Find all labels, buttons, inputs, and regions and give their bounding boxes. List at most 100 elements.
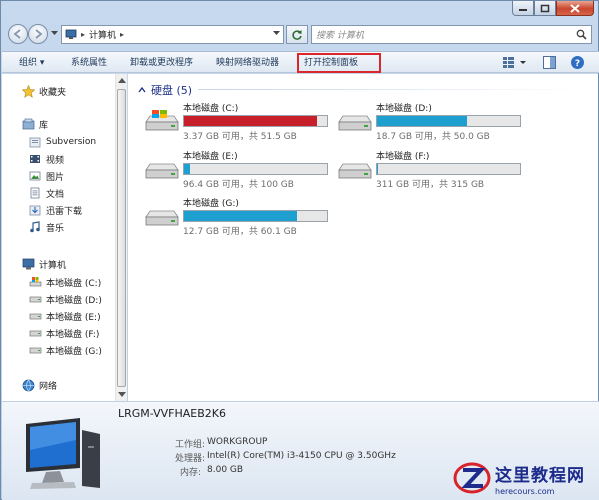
arrow-right-icon (35, 29, 43, 39)
maximize-button[interactable] (534, 1, 556, 16)
drive-tile-f[interactable]: 本地磁盘 (F:) 311 GB 可用，共 315 GB (337, 149, 527, 190)
drive-usage-bar (183, 115, 328, 127)
cpu-value: Intel(R) Core(TM) i3-4150 CPU @ 3.50GHz (207, 451, 396, 461)
nav-drive-g[interactable]: 本地磁盘 (G:) (28, 342, 102, 358)
hard-drive-icon (338, 115, 372, 131)
close-button[interactable] (556, 1, 594, 16)
nav-libraries[interactable]: 库 (21, 116, 48, 132)
video-icon (28, 152, 42, 166)
star-icon (21, 84, 35, 98)
map-network-drive-button[interactable]: 映射网络驱动器 (216, 56, 279, 70)
organize-button[interactable]: 组织 ▾ (19, 56, 44, 70)
drive-usage-fill (184, 116, 317, 126)
hard-drive-icon (28, 343, 42, 357)
nav-drive-d[interactable]: 本地磁盘 (D:) (28, 291, 102, 307)
scroll-up-icon[interactable] (118, 78, 126, 83)
address-dropdown-icon[interactable] (273, 31, 280, 36)
nav-lib-music[interactable]: 音乐 (28, 219, 64, 235)
nav-computer[interactable]: 计算机 (21, 256, 66, 272)
drive-free-space: 311 GB 可用，共 315 GB (376, 180, 485, 190)
hard-drive-icon (145, 163, 179, 179)
computer-icon (65, 29, 77, 39)
nav-drive-c[interactable]: 本地磁盘 (C:) (28, 274, 101, 290)
nav-label: 库 (39, 120, 49, 131)
highlight-box (297, 53, 381, 73)
computer-icon (21, 257, 35, 271)
nav-label: 文档 (46, 189, 65, 200)
drive-name: 本地磁盘 (E:) (183, 152, 238, 162)
drive-tile-g[interactable]: 本地磁盘 (G:) 12.7 GB 可用，共 60.1 GB (144, 196, 334, 237)
nav-label: Subversion (46, 137, 97, 147)
nav-lib-pictures[interactable]: 图片 (28, 168, 64, 184)
nav-lib-thunder-downloads[interactable]: 迅雷下载 (28, 202, 82, 218)
nav-label: 视频 (46, 155, 65, 166)
search-input[interactable]: 搜索 计算机 (311, 25, 592, 44)
drive-tile-d[interactable]: 本地磁盘 (D:) 18.7 GB 可用，共 50.0 GB (337, 101, 527, 142)
nav-lib-documents[interactable]: 文档 (28, 185, 64, 201)
refresh-icon (292, 29, 302, 40)
drive-usage-bar (376, 115, 521, 127)
workgroup-value: WORKGROUP (207, 437, 268, 447)
nav-drive-f[interactable]: 本地磁盘 (F:) (28, 325, 99, 341)
memory-value: 8.00 GB (207, 465, 244, 475)
nav-network[interactable]: 网络 (21, 377, 57, 393)
back-button[interactable] (8, 24, 28, 44)
computer-name: LRGM-VVFHAEB2K6 (118, 407, 226, 420)
drive-free-space: 18.7 GB 可用，共 50.0 GB (376, 132, 490, 142)
recent-pages-dropdown-icon[interactable] (51, 31, 58, 36)
watermark-logo-icon (453, 462, 491, 494)
forward-button[interactable] (28, 24, 48, 44)
hard-drive-icon (338, 163, 372, 179)
nav-label: 计算机 (39, 260, 67, 271)
help-icon[interactable]: ? (570, 55, 585, 70)
address-row: ▸ 计算机 ▸ 搜索 计算机 (1, 22, 598, 50)
nav-scrollbar[interactable] (115, 74, 127, 401)
download-folder-icon (28, 203, 42, 217)
music-icon (28, 220, 42, 234)
scroll-down-icon[interactable] (118, 392, 126, 397)
breadcrumb-separator: ▸ (120, 30, 125, 39)
drive-tile-c[interactable]: 本地磁盘 (C:) 3.37 GB 可用，共 51.5 GB (144, 101, 334, 142)
drive-free-space: 96.4 GB 可用，共 100 GB (183, 180, 294, 190)
arrow-left-icon (13, 29, 21, 39)
drive-name: 本地磁盘 (G:) (183, 199, 239, 209)
nav-label: 迅雷下载 (46, 206, 83, 217)
preview-pane-icon[interactable] (542, 55, 557, 70)
library-folder-icon (28, 135, 42, 149)
minimize-button[interactable] (512, 1, 534, 16)
nav-label: 本地磁盘 (C:) (46, 278, 102, 289)
group-header-hard-drives[interactable]: 硬盘 (5) (138, 82, 192, 98)
system-properties-button[interactable]: 系统属性 (71, 56, 107, 70)
workgroup-label: 工作组: (175, 440, 206, 450)
content-pane: 硬盘 (5) 本地磁盘 (C:) 3.37 GB 可用，共 51.5 GB 本地… (128, 74, 598, 401)
uninstall-program-button[interactable]: 卸载或更改程序 (130, 56, 193, 70)
nav-label: 收藏夹 (39, 87, 67, 98)
caption-buttons (512, 1, 594, 16)
navigation-pane: 收藏夹 库 Subversion 视频 图片 文档 迅雷下载 音乐 计算机 本地… (2, 74, 127, 401)
address-bar[interactable]: ▸ 计算机 ▸ (61, 25, 284, 44)
search-icon[interactable] (576, 29, 587, 40)
drive-tile-e[interactable]: 本地磁盘 (E:) 96.4 GB 可用，共 100 GB (144, 149, 334, 190)
library-icon (21, 117, 35, 131)
drive-usage-fill (377, 164, 379, 174)
drive-free-space: 12.7 GB 可用，共 60.1 GB (183, 227, 297, 237)
hard-drive-icon (28, 292, 42, 306)
nav-favorites[interactable]: 收藏夹 (21, 83, 66, 99)
document-icon (28, 186, 42, 200)
minimize-icon (519, 9, 527, 11)
site-watermark: 这里教程网 herecours.com (453, 457, 599, 499)
nav-lib-videos[interactable]: 视频 (28, 151, 64, 167)
breadcrumb-computer[interactable]: 计算机 (89, 28, 116, 41)
drive-name: 本地磁盘 (C:) (183, 104, 239, 114)
nav-lib-subversion[interactable]: Subversion (28, 134, 96, 150)
drive-usage-fill (184, 164, 190, 174)
hard-drive-icon (28, 309, 42, 323)
nav-drive-e[interactable]: 本地磁盘 (E:) (28, 308, 101, 324)
nav-label: 本地磁盘 (F:) (46, 329, 100, 340)
memory-label: 内存: (180, 468, 202, 478)
computer-monitor-icon (26, 418, 100, 489)
network-icon (21, 378, 35, 392)
refresh-button[interactable] (286, 25, 308, 44)
scrollbar-thumb[interactable] (117, 89, 126, 387)
change-view-button[interactable] (502, 55, 528, 70)
